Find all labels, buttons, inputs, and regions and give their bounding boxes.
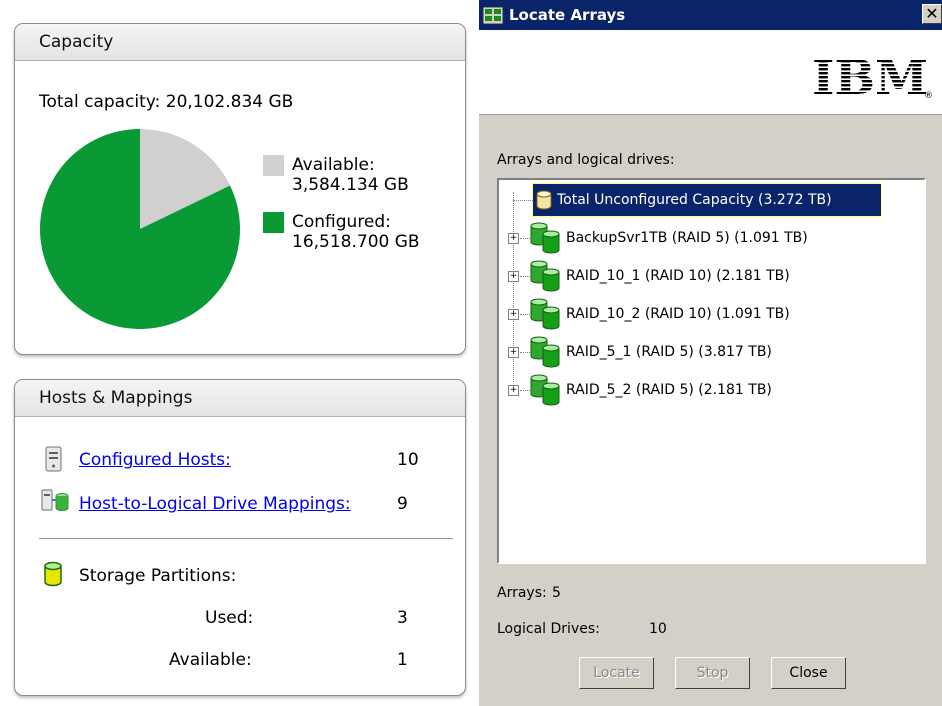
legend-configured-label: Configured: [292, 212, 391, 232]
tree-item-array[interactable]: + BackupSvr1TB (RAID 5) (1.091 TB) [499, 222, 919, 254]
expand-icon[interactable]: + [508, 385, 519, 396]
storage-partition-icon [44, 561, 62, 587]
configured-hosts-link[interactable]: Configured Hosts: [79, 450, 231, 470]
legend-configured: Configured: 16,518.700 GB [292, 212, 420, 252]
configured-hosts-count: 10 [397, 450, 419, 470]
tree-item-unconfigured[interactable]: Total Unconfigured Capacity (3.272 TB) [532, 183, 882, 217]
legend-available-value: 3,584.134 GB [292, 175, 409, 195]
svg-text:®: ® [924, 91, 932, 101]
expand-icon[interactable]: + [508, 309, 519, 320]
capacity-pie-chart [39, 129, 240, 329]
storage-partitions-label: Storage Partitions: [79, 566, 237, 586]
dialog-title: Locate Arrays [509, 6, 626, 24]
tree-item-array[interactable]: + RAID_10_2 (RAID 10) (1.091 TB) [499, 298, 919, 330]
capacity-header: Capacity [15, 24, 465, 61]
partitions-available-value: 1 [397, 650, 408, 670]
array-icon [530, 374, 560, 406]
arrays-tree[interactable]: Total Unconfigured Capacity (3.272 TB) + B… [497, 178, 926, 564]
partitions-used-value: 3 [397, 608, 408, 628]
tree-item-label: RAID_5_1 (RAID 5) (3.817 TB) [566, 344, 772, 360]
array-icon [530, 222, 560, 254]
array-icon [530, 260, 560, 292]
tree-item-array[interactable]: + RAID_5_1 (RAID 5) (3.817 TB) [499, 336, 919, 368]
tree-item-array[interactable]: + RAID_10_1 (RAID 10) (2.181 TB) [499, 260, 919, 292]
array-icon [530, 298, 560, 330]
unconfigured-drive-icon [536, 190, 552, 210]
app-icon [483, 7, 503, 24]
tree-item-label: RAID_10_1 (RAID 10) (2.181 TB) [566, 268, 790, 284]
hosts-mappings-panel: Hosts & Mappings Configured Hosts: 10 Ho… [14, 379, 466, 696]
dialog-titlebar[interactable]: Locate Arrays ✕ [479, 0, 942, 30]
server-icon [45, 446, 62, 472]
hosts-header: Hosts & Mappings [15, 380, 465, 417]
tree-label: Arrays and logical drives: [497, 152, 675, 168]
close-button[interactable]: Close [771, 657, 846, 689]
locate-button[interactable]: Locate [579, 657, 654, 689]
arrays-count-value: 5 [552, 585, 561, 601]
expand-icon[interactable]: + [508, 271, 519, 282]
tree-item-label: RAID_10_2 (RAID 10) (1.091 TB) [566, 306, 790, 322]
legend-available-label: Available: [292, 155, 375, 175]
ibm-logo: IBM ® [812, 52, 932, 102]
legend-configured-value: 16,518.700 GB [292, 232, 420, 252]
legend-swatch-available [263, 155, 284, 176]
partitions-available-label: Available: [169, 650, 252, 670]
dialog-banner: IBM ® [479, 30, 942, 115]
tree-item-array[interactable]: + RAID_5_2 (RAID 5) (2.181 TB) [499, 374, 919, 406]
logical-drives-label: Logical Drives: [497, 621, 600, 637]
tree-connector [513, 200, 533, 202]
expand-icon[interactable]: + [508, 347, 519, 358]
logical-drives-value: 10 [649, 621, 667, 637]
total-capacity: Total capacity: 20,102.834 GB [39, 92, 294, 112]
stop-button[interactable]: Stop [675, 657, 750, 689]
close-icon[interactable]: ✕ [922, 4, 942, 24]
tree-item-label: BackupSvr1TB (RAID 5) (1.091 TB) [566, 230, 808, 246]
locate-arrays-dialog: Locate Arrays ✕ IBM ® Arrays and logical… [479, 0, 942, 706]
mappings-link[interactable]: Host-to-Logical Drive Mappings: [79, 494, 351, 514]
mapping-icon [41, 489, 69, 511]
tree-item-label: RAID_5_2 (RAID 5) (2.181 TB) [566, 382, 772, 398]
capacity-panel: Capacity Total capacity: 20,102.834 GB A… [14, 23, 466, 355]
svg-text:IBM: IBM [812, 52, 928, 102]
array-icon [530, 336, 560, 368]
tree-item-label: Total Unconfigured Capacity (3.272 TB) [557, 192, 832, 208]
legend-available: Available: 3,584.134 GB [292, 155, 409, 195]
divider [39, 538, 453, 539]
expand-icon[interactable]: + [508, 233, 519, 244]
partitions-used-label: Used: [205, 608, 254, 628]
legend-swatch-configured [263, 212, 284, 233]
arrays-count-label: Arrays: [497, 585, 547, 601]
mappings-count: 9 [397, 494, 408, 514]
